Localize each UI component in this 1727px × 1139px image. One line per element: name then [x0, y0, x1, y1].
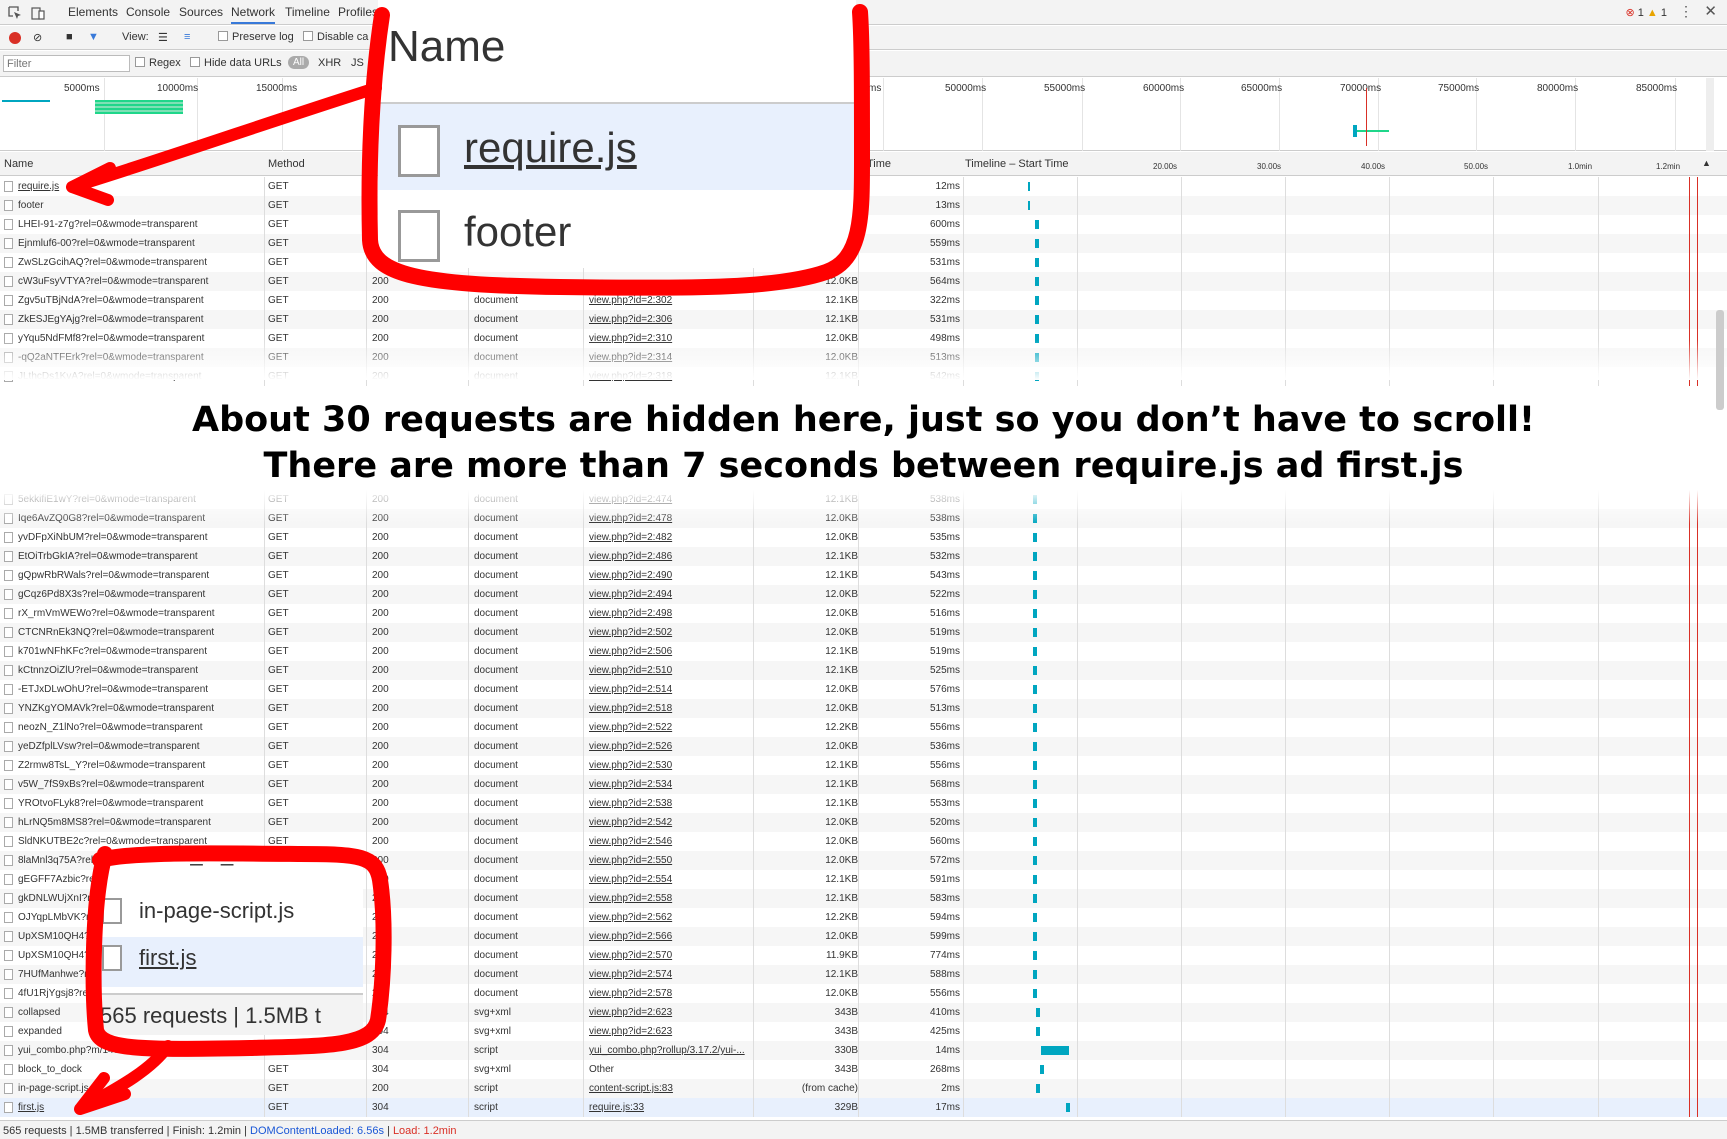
load-time: Load: 1.2min — [392, 1125, 457, 1137]
status-separator: | — [383, 1125, 393, 1137]
status-bar: 565 requests | 1.5MB transferred | Finis… — [0, 1120, 1727, 1139]
devtools-window: Elements Console Sources Network Timelin… — [0, 0, 1727, 1139]
domcontentloaded-time: DOMContentLoaded: 6.56s — [250, 1125, 384, 1137]
summary-text: 565 requests | 1.5MB transferred | Finis… — [3, 1125, 251, 1137]
